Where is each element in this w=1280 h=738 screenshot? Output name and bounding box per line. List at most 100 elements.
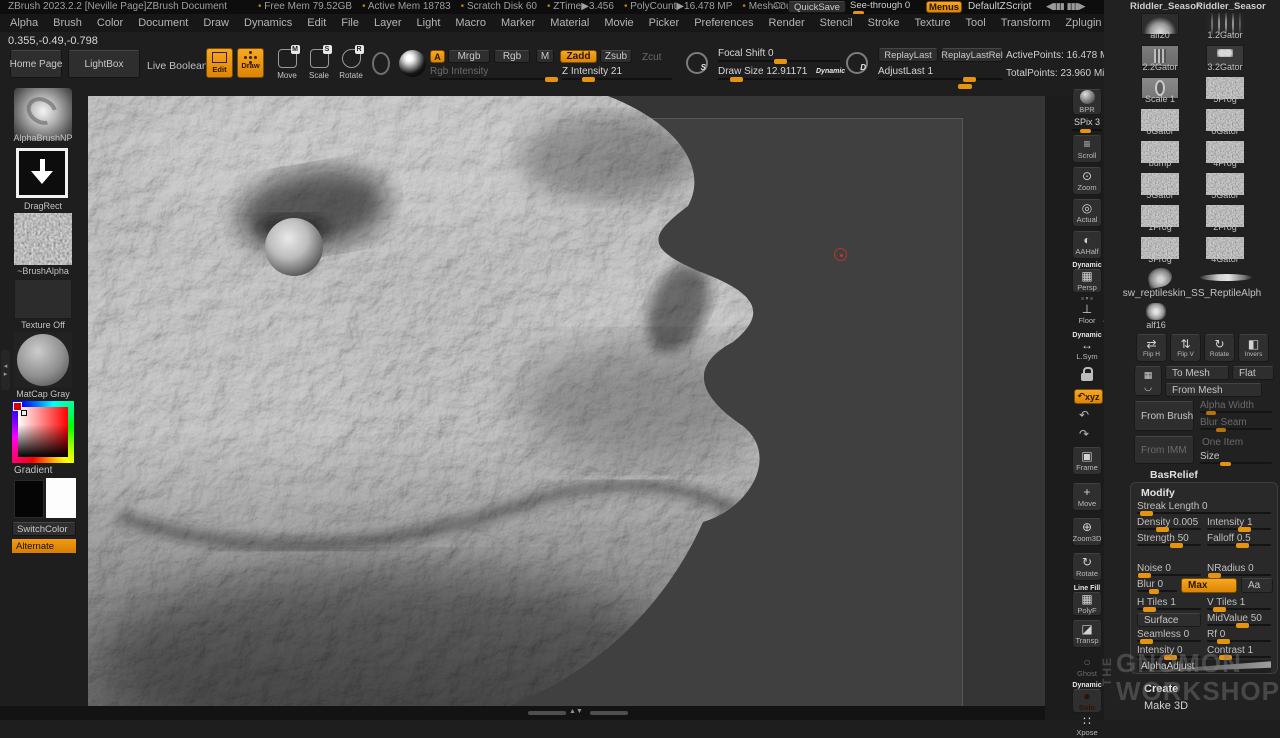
- left-tray-handle[interactable]: ◂▸: [1, 350, 10, 390]
- menu-marker[interactable]: Marker: [501, 17, 535, 29]
- blur-seam-slider[interactable]: Blur Seam: [1200, 417, 1272, 430]
- seamless-handle[interactable]: [1140, 639, 1153, 644]
- menu-stencil[interactable]: Stencil: [820, 17, 853, 29]
- menu-movie[interactable]: Movie: [604, 17, 633, 29]
- tray-divider-bar-left[interactable]: [528, 711, 566, 715]
- falloff-slider[interactable]: Falloff 0.5: [1207, 533, 1271, 546]
- menu-stroke[interactable]: Stroke: [868, 17, 900, 29]
- rf-slider[interactable]: Rf 0: [1207, 629, 1271, 642]
- from-brush-button[interactable]: From Brush: [1134, 401, 1194, 431]
- spix-slider[interactable]: SPix 3: [1072, 117, 1102, 131]
- density-handle[interactable]: [1156, 527, 1169, 532]
- size-slider[interactable]: Size: [1200, 451, 1272, 464]
- rgb-intensity-slider[interactable]: Rgb Intensity: [430, 66, 558, 80]
- frame-button[interactable]: ▣Frame: [1072, 447, 1102, 475]
- bpr-button[interactable]: BPR: [1072, 89, 1102, 115]
- scroll-button[interactable]: ≡Scroll: [1072, 135, 1102, 163]
- h-tiles-slider[interactable]: H Tiles 1: [1137, 597, 1201, 610]
- adjust-last-slider[interactable]: AdjustLast 1: [878, 66, 1003, 80]
- sculpt-creature[interactable]: [88, 96, 1045, 706]
- menu-preferences[interactable]: Preferences: [694, 17, 753, 29]
- menu-file[interactable]: File: [341, 17, 359, 29]
- aahalf-button[interactable]: ◐AAHalf: [1072, 231, 1102, 259]
- rotate-3d-button[interactable]: ↻Rotate: [1072, 553, 1102, 581]
- focal-shift-slider[interactable]: Focal Shift 0: [718, 48, 840, 62]
- surface-button[interactable]: Surface: [1137, 613, 1201, 627]
- flip-h-button[interactable]: ⇄Flip H: [1136, 334, 1167, 362]
- tray-divider-bar-right[interactable]: [590, 711, 628, 715]
- edit-button[interactable]: Edit: [206, 48, 233, 78]
- menu-document[interactable]: Document: [138, 17, 188, 29]
- adjust-last-sub-handle[interactable]: [958, 84, 972, 89]
- reptile-alpha-leaf-thumb[interactable]: [1146, 266, 1173, 290]
- dynamic-draw-size-label[interactable]: Dynamic: [816, 68, 845, 75]
- current-texture-thumbnail[interactable]: [14, 279, 72, 319]
- noise-slider[interactable]: Noise 0: [1137, 563, 1201, 576]
- to-mesh-button[interactable]: To Mesh: [1165, 366, 1229, 380]
- draw-button[interactable]: Draw: [237, 48, 264, 78]
- undo-button[interactable]: ↶: [1079, 408, 1089, 422]
- home-page-button[interactable]: Home Page: [10, 50, 62, 78]
- menu-alpha[interactable]: Alpha: [10, 17, 38, 29]
- z-intensity-slider[interactable]: Z Intensity 21: [562, 66, 672, 80]
- v-tiles-slider[interactable]: V Tiles 1: [1207, 597, 1271, 610]
- lock-button[interactable]: [1072, 360, 1102, 388]
- adjust-last-handle[interactable]: [963, 77, 976, 82]
- menu-macro[interactable]: Macro: [455, 17, 486, 29]
- actual-button[interactable]: ◎Actual: [1072, 199, 1102, 227]
- intensity2-slider[interactable]: Intensity 0: [1137, 645, 1201, 658]
- move-3d-button[interactable]: +Move: [1072, 483, 1102, 511]
- lightbox-button[interactable]: LightBox: [68, 50, 140, 78]
- alpha-set-header-2[interactable]: Riddler_Seasor: [1196, 1, 1266, 12]
- streak-length-slider[interactable]: Streak Length 0: [1137, 501, 1271, 514]
- midvalue-handle[interactable]: [1236, 623, 1249, 628]
- menu-picker[interactable]: Picker: [649, 17, 680, 29]
- replay-last-rel-button[interactable]: ReplayLastRel: [941, 48, 1003, 62]
- see-through-slider[interactable]: See-through 0: [850, 0, 918, 13]
- stroke-ellipse-icon[interactable]: [372, 52, 390, 75]
- nradius-slider[interactable]: NRadius 0: [1207, 563, 1271, 576]
- rf-handle[interactable]: [1217, 639, 1230, 644]
- gradient-label[interactable]: Gradient: [14, 465, 74, 476]
- v-tiles-handle[interactable]: [1213, 607, 1226, 612]
- create-section-header[interactable]: Create: [1144, 683, 1178, 695]
- modify-header[interactable]: Modify: [1141, 487, 1175, 499]
- rgb-button[interactable]: Rgb: [494, 50, 530, 63]
- zoom3d-button[interactable]: ⊕Zoom3D: [1072, 518, 1102, 546]
- seamless-slider[interactable]: Seamless 0: [1137, 629, 1201, 642]
- from-mesh-button[interactable]: From Mesh: [1165, 383, 1262, 397]
- invers-button[interactable]: ◧Invers: [1238, 334, 1269, 362]
- noise-handle[interactable]: [1138, 573, 1151, 578]
- default-zscript-label[interactable]: DefaultZScript: [968, 1, 1031, 12]
- alpha-width-handle[interactable]: [1206, 411, 1216, 415]
- alpha-adjust-curve[interactable]: AlphaAdjust: [1137, 660, 1271, 673]
- falloff-handle[interactable]: [1236, 543, 1249, 548]
- z-intensity-handle[interactable]: [582, 77, 595, 82]
- menu-texture[interactable]: Texture: [914, 17, 950, 29]
- menu-brush[interactable]: Brush: [53, 17, 82, 29]
- menu-edit[interactable]: Edit: [307, 17, 326, 29]
- rotate-alpha-button[interactable]: ↻Rotate: [1204, 334, 1235, 362]
- stroke-picker-icon[interactable]: S: [686, 52, 708, 74]
- draw-size-handle[interactable]: [730, 77, 743, 82]
- polyf-button[interactable]: ▦PolyF: [1072, 592, 1102, 616]
- rgb-intensity-handle[interactable]: [545, 77, 558, 82]
- m-button[interactable]: M: [536, 50, 554, 63]
- spix-handle[interactable]: [1080, 129, 1091, 133]
- zsub-button[interactable]: Zsub: [600, 50, 632, 63]
- menu-material[interactable]: Material: [550, 17, 589, 29]
- material-sphere-icon[interactable]: [399, 50, 426, 77]
- persp-button[interactable]: ▦Persp: [1072, 269, 1102, 293]
- alpha-set-header-1[interactable]: Riddler_Seasor: [1130, 1, 1200, 12]
- floor-button[interactable]: ⊥Floor: [1072, 303, 1102, 325]
- depth-mask-icon[interactable]: D: [846, 52, 868, 74]
- streak-length-handle[interactable]: [1140, 511, 1153, 516]
- flip-v-button[interactable]: ⇅Flip V: [1170, 334, 1201, 362]
- zcut-label[interactable]: Zcut: [642, 52, 661, 63]
- move-button[interactable]: M Move: [272, 49, 302, 80]
- midvalue-slider[interactable]: MidValue 50: [1207, 613, 1271, 626]
- basrelief-header[interactable]: BasRelief: [1150, 469, 1198, 481]
- live-boolean-label[interactable]: Live Boolean: [147, 60, 208, 72]
- density-slider[interactable]: Density 0.005: [1137, 517, 1201, 530]
- alpha-width-slider[interactable]: Alpha Width: [1200, 400, 1272, 413]
